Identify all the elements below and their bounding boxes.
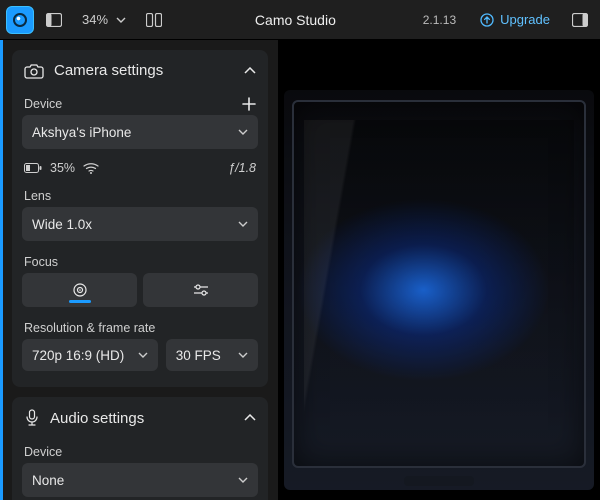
upgrade-icon: [480, 13, 494, 27]
chevron-down-icon: [138, 352, 148, 358]
app-version: 2.1.13: [423, 13, 456, 27]
camera-settings-panel: Camera settings Device Akshya's iPhone: [12, 50, 268, 387]
sidebar: Camera settings Device Akshya's iPhone: [0, 40, 278, 500]
audio-settings-panel: Audio settings Device None: [12, 397, 268, 500]
lens-select[interactable]: Wide 1.0x: [22, 207, 258, 241]
audio-device-label-row: Device: [12, 439, 268, 463]
battery-icon: [24, 163, 42, 173]
chevron-down-icon: [238, 221, 248, 227]
aperture-value: ƒ/1.8: [228, 161, 256, 175]
resolution-label-row: Resolution & frame rate: [12, 315, 268, 339]
audio-settings-title: Audio settings: [50, 410, 234, 427]
chevron-down-icon: [238, 129, 248, 135]
audio-device-select[interactable]: None: [22, 463, 258, 497]
chevron-down-icon: [238, 477, 248, 483]
audio-settings-header[interactable]: Audio settings: [12, 397, 268, 439]
fps-select[interactable]: 30 FPS: [166, 339, 258, 371]
device-value: Akshya's iPhone: [32, 125, 131, 140]
split-icon: [146, 13, 162, 27]
zoom-value: 34%: [82, 12, 108, 27]
chevron-down-icon: [116, 17, 126, 23]
resolution-select[interactable]: 720p 16:9 (HD): [22, 339, 158, 371]
monitor-base: [404, 476, 474, 486]
resolution-label: Resolution & frame rate: [24, 321, 155, 335]
device-label: Device: [24, 97, 62, 111]
lens-value: Wide 1.0x: [32, 217, 92, 232]
camera-settings-header[interactable]: Camera settings: [12, 50, 268, 91]
device-label-row: Device: [12, 91, 268, 115]
main-area: Camera settings Device Akshya's iPhone: [0, 40, 600, 500]
chevron-up-icon: [244, 414, 256, 422]
resolution-value: 720p 16:9 (HD): [32, 348, 124, 363]
camera-settings-title: Camera settings: [54, 62, 234, 79]
compare-button[interactable]: [140, 6, 168, 34]
fps-value: 30 FPS: [176, 348, 221, 363]
sidebar-icon: [46, 13, 62, 27]
video-preview[interactable]: [278, 40, 600, 500]
right-panel-icon: [572, 13, 588, 27]
lens-label: Lens: [24, 189, 51, 203]
target-icon: [71, 281, 89, 299]
app-icon: [6, 6, 34, 34]
focus-manual-button[interactable]: [143, 273, 258, 307]
focus-label: Focus: [24, 255, 58, 269]
wifi-icon: [83, 162, 99, 174]
titlebar: 34% Camo Studio 2.1.13 Upgrade: [0, 0, 600, 40]
audio-device-label: Device: [24, 445, 62, 459]
chevron-down-icon: [238, 352, 248, 358]
device-status: 35% ƒ/1.8: [12, 157, 268, 183]
toggle-right-panel-button[interactable]: [566, 6, 594, 34]
toggle-sidebar-button[interactable]: [40, 6, 68, 34]
preview-frame: [284, 90, 594, 490]
microphone-icon: [24, 409, 40, 427]
monitor-bezel: [292, 100, 586, 468]
upgrade-button[interactable]: Upgrade: [470, 6, 560, 34]
focus-mode-segment: [22, 273, 258, 307]
lens-label-row: Lens: [12, 183, 268, 207]
focus-label-row: Focus: [12, 249, 268, 273]
plus-icon[interactable]: [242, 97, 256, 111]
sliders-icon: [192, 283, 210, 297]
camera-icon: [24, 63, 44, 79]
app-title: Camo Studio: [255, 12, 336, 28]
device-select[interactable]: Akshya's iPhone: [22, 115, 258, 149]
focus-auto-button[interactable]: [22, 273, 137, 307]
chevron-up-icon: [244, 67, 256, 75]
battery-value: 35%: [50, 161, 75, 175]
zoom-dropdown[interactable]: 34%: [74, 6, 134, 34]
lens-icon: [13, 13, 27, 27]
audio-device-value: None: [32, 473, 64, 488]
upgrade-label: Upgrade: [500, 12, 550, 27]
